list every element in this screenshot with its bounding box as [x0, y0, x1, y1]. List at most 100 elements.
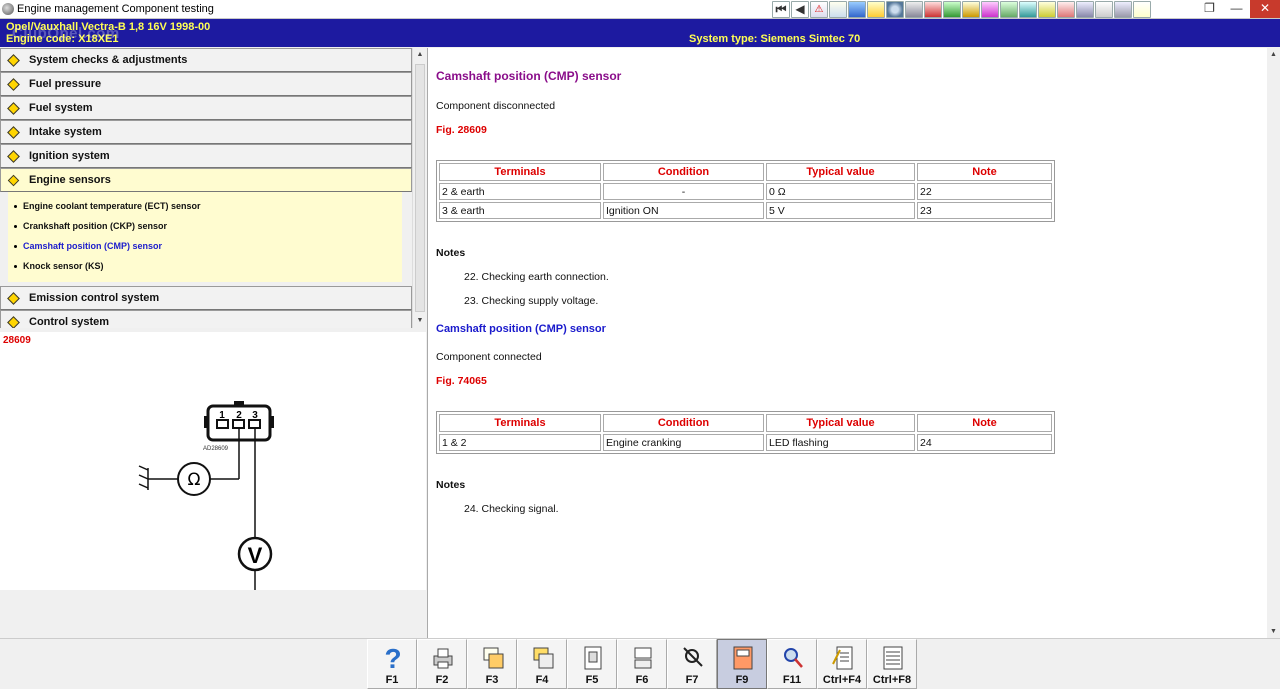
- minimize-icon[interactable]: —: [1223, 0, 1250, 18]
- table-cell: 2 & earth: [439, 183, 601, 200]
- car-icon[interactable]: [1076, 1, 1094, 18]
- component-state: Component connected: [436, 351, 542, 363]
- diamond-icon: [6, 125, 20, 139]
- watermark: ClubOpel.com: [12, 25, 120, 42]
- table-cell: Engine cranking: [603, 434, 764, 451]
- figure-link[interactable]: Fig. 28609: [436, 124, 487, 136]
- tree-category[interactable]: Intake system: [0, 120, 412, 144]
- oil-can-icon[interactable]: [867, 1, 885, 18]
- ctrl-f4-button[interactable]: Ctrl+F4: [817, 639, 867, 689]
- bullet-icon: [14, 244, 17, 248]
- tree-category[interactable]: Fuel system: [0, 96, 412, 120]
- content-scrollbar[interactable]: ▲ ▼: [1267, 48, 1280, 638]
- diamond-icon: [6, 149, 20, 163]
- part-code: AD28609: [203, 446, 229, 452]
- info-header: Opel/Vauxhall Vectra-B 1,8 16V 1998-00 E…: [0, 19, 1280, 47]
- notes-heading: Notes: [436, 247, 466, 259]
- wrench-icon[interactable]: [981, 1, 999, 18]
- scroll-up-icon[interactable]: ▲: [1267, 48, 1280, 61]
- scroll-up-icon[interactable]: ▲: [413, 48, 427, 62]
- volt-symbol: V: [248, 543, 263, 568]
- nav-prev-icon[interactable]: ◀: [791, 1, 809, 18]
- note-item: 23. Checking supply voltage.: [464, 295, 599, 307]
- tree-sub-item[interactable]: Knock sensor (KS): [8, 256, 402, 276]
- close-icon[interactable]: ✕: [1250, 0, 1280, 18]
- component-state: Component disconnected: [436, 100, 556, 112]
- warning-triangle-icon[interactable]: [1095, 1, 1113, 18]
- tree-category[interactable]: Emission control system: [0, 286, 412, 310]
- wheel-icon[interactable]: [886, 1, 904, 18]
- tree-category[interactable]: Control system: [0, 310, 412, 328]
- list-icon[interactable]: [1019, 1, 1037, 18]
- table-row: 1 & 2 Engine cranking LED flashing 24: [439, 434, 1052, 451]
- ecu-icon[interactable]: [1000, 1, 1018, 18]
- table-cell: -: [603, 183, 764, 200]
- table-cell: LED flashing: [766, 434, 915, 451]
- wiring-icon[interactable]: [962, 1, 980, 18]
- f7-button[interactable]: F7: [667, 639, 717, 689]
- column-header: Terminals: [439, 163, 601, 181]
- flag-icon[interactable]: [943, 1, 961, 18]
- print-icon[interactable]: [1057, 1, 1075, 18]
- bullet-icon: [14, 224, 17, 228]
- svg-text:?: ?: [384, 644, 401, 672]
- column-header: Note: [917, 414, 1052, 432]
- note-item: 24. Checking signal.: [464, 503, 559, 515]
- f11-button[interactable]: F11: [767, 639, 817, 689]
- pin-2: [232, 419, 245, 429]
- sensor-test-icon: [733, 646, 753, 670]
- tools-icon[interactable]: [848, 1, 866, 18]
- diamond-icon: [6, 315, 20, 328]
- scroll-down-icon[interactable]: ▼: [413, 314, 427, 328]
- column-header: Note: [917, 163, 1052, 181]
- pin-3: [248, 419, 261, 429]
- tree-category[interactable]: System checks & adjustments: [0, 48, 412, 72]
- f1-help-button[interactable]: ? F1: [367, 639, 417, 689]
- nav-first-icon[interactable]: ⏮: [772, 1, 790, 18]
- figure-link[interactable]: Fig. 74065: [436, 375, 487, 387]
- f6-button[interactable]: F6: [617, 639, 667, 689]
- tree-sub-item-selected[interactable]: Camshaft position (CMP) sensor: [8, 236, 402, 256]
- tree-category-expanded[interactable]: Engine sensors: [0, 168, 412, 192]
- gear-icon[interactable]: [905, 1, 923, 18]
- title-bar: Engine management Component testing ⏮ ◀ …: [0, 0, 1280, 19]
- tree-sub-item[interactable]: Crankshaft position (CKP) sensor: [8, 216, 402, 236]
- scroll-thumb[interactable]: [415, 64, 425, 312]
- f2-print-button[interactable]: F2: [417, 639, 467, 689]
- connector-icon: [634, 647, 652, 669]
- component-icon: [584, 646, 602, 670]
- tree-category[interactable]: Ignition system: [0, 144, 412, 168]
- photo-icon[interactable]: [829, 1, 847, 18]
- window-controls: ❐ — ✕: [1196, 0, 1280, 19]
- figure-panel: 28609 1 2 3 AD28609 Ω V: [0, 332, 426, 590]
- tree-scrollbar[interactable]: ▲ ▼: [412, 48, 426, 328]
- bullet-icon: [14, 264, 17, 268]
- tree-sub-item[interactable]: Engine coolant temperature (ECT) sensor: [8, 196, 402, 216]
- pin-1: [216, 419, 229, 429]
- doc-icon[interactable]: [1133, 1, 1151, 18]
- ctrl-f8-button[interactable]: Ctrl+F8: [867, 639, 917, 689]
- warning-icon[interactable]: ⚠: [810, 1, 828, 18]
- book-icon[interactable]: [924, 1, 942, 18]
- pin-label: 1: [219, 410, 225, 421]
- scroll-down-icon[interactable]: ▼: [1267, 625, 1280, 638]
- ohm-symbol: Ω: [188, 470, 201, 490]
- f3-button[interactable]: F3: [467, 639, 517, 689]
- key-icon[interactable]: [1038, 1, 1056, 18]
- sub-item-list: Engine coolant temperature (ECT) sensor …: [8, 192, 402, 282]
- f9-button[interactable]: F9: [717, 639, 767, 689]
- f4-button[interactable]: F4: [517, 639, 567, 689]
- section-title: Camshaft position (CMP) sensor: [436, 323, 606, 335]
- restore-icon[interactable]: ❐: [1196, 0, 1223, 18]
- notes-icon: [832, 646, 853, 670]
- f5-button[interactable]: F5: [567, 639, 617, 689]
- diamond-icon: [6, 77, 20, 91]
- diamond-icon: [6, 291, 20, 305]
- diamond-icon: [6, 101, 20, 115]
- wiring-diagram: 1 2 3 AD28609 Ω V: [138, 401, 274, 590]
- system-type-label: System type: Siemens Simtec 70: [689, 33, 861, 45]
- content-panel: Camshaft position (CMP) sensor Component…: [427, 48, 1267, 638]
- values-table: Terminals Condition Typical value Note 2…: [436, 160, 1055, 222]
- engine-icon[interactable]: [1114, 1, 1132, 18]
- tree-category[interactable]: Fuel pressure: [0, 72, 412, 96]
